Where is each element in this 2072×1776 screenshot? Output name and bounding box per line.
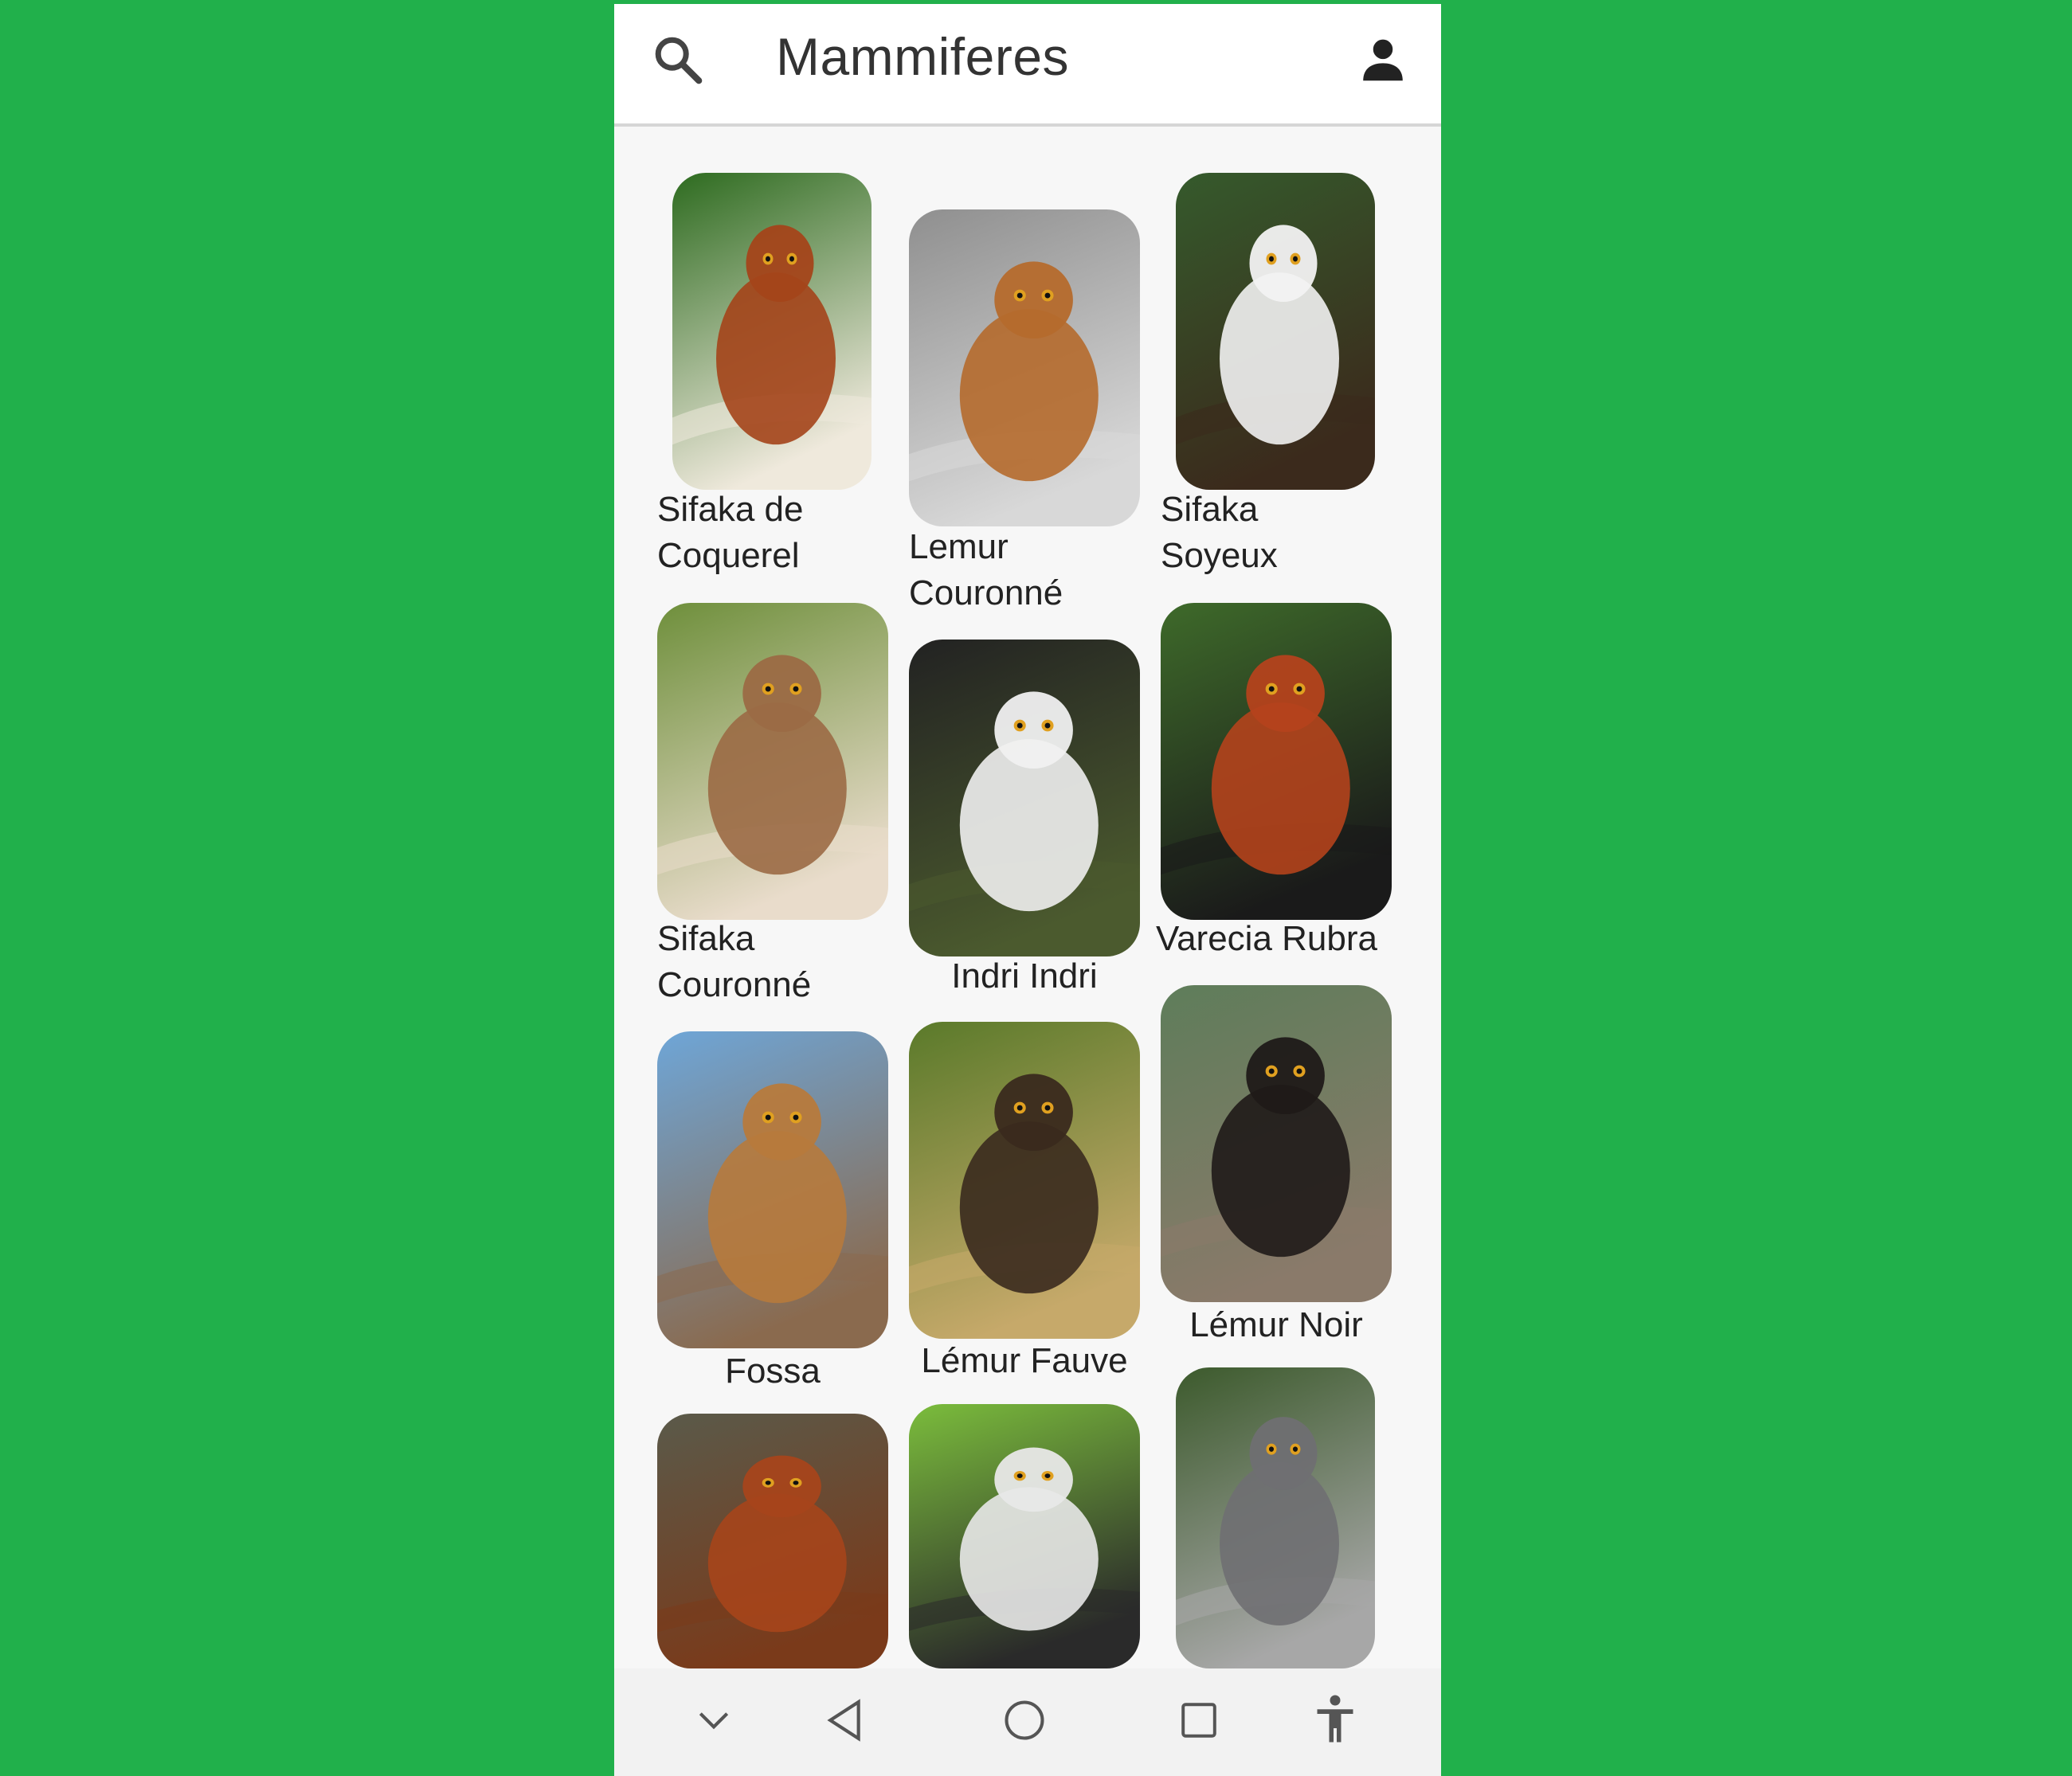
animal-photo[interactable] — [1161, 985, 1392, 1302]
animal-photo[interactable] — [909, 1022, 1140, 1339]
animal-name: Varecia Rubra — [1156, 919, 1377, 958]
animal-photo[interactable] — [909, 209, 1140, 526]
system-nav-bar — [614, 1668, 1441, 1776]
animal-photo[interactable] — [1176, 1367, 1375, 1668]
animal-photo[interactable] — [657, 1414, 888, 1668]
animal-photo[interactable] — [672, 173, 871, 490]
animal-photo[interactable] — [1176, 173, 1375, 490]
home-icon[interactable] — [1003, 1699, 1046, 1742]
account-icon[interactable] — [1355, 32, 1411, 88]
page-title: Mammiferes — [776, 27, 1070, 86]
animal-name: Sifaka Soyeux — [1161, 490, 1278, 575]
animal-name: Sifaka de Coquerel — [657, 490, 804, 575]
recents-icon[interactable] — [1179, 1700, 1219, 1740]
animal-photo[interactable] — [657, 603, 888, 920]
animal-name: Fossa — [725, 1352, 821, 1391]
app-bar: Mammiferes — [614, 4, 1441, 127]
animal-name: Lemur Couronné — [909, 527, 1063, 612]
animal-photo[interactable] — [657, 1031, 888, 1348]
back-icon[interactable] — [825, 1696, 865, 1744]
phone-screen: Mammiferes Sifaka de Coquerel Lemur Couro… — [614, 4, 1441, 1776]
animal-photo[interactable] — [909, 1404, 1140, 1668]
animal-name: Sifaka Couronné — [657, 919, 812, 1004]
animal-name: Indri Indri — [951, 956, 1098, 996]
animal-photo[interactable] — [909, 640, 1140, 956]
animal-name: Lémur Fauve — [921, 1341, 1128, 1380]
chevron-down-icon[interactable] — [694, 1700, 734, 1740]
search-icon[interactable] — [650, 32, 706, 88]
animal-name: Lémur Noir — [1189, 1305, 1363, 1344]
animal-photo[interactable] — [1161, 603, 1392, 920]
accessibility-icon[interactable] — [1311, 1694, 1359, 1747]
